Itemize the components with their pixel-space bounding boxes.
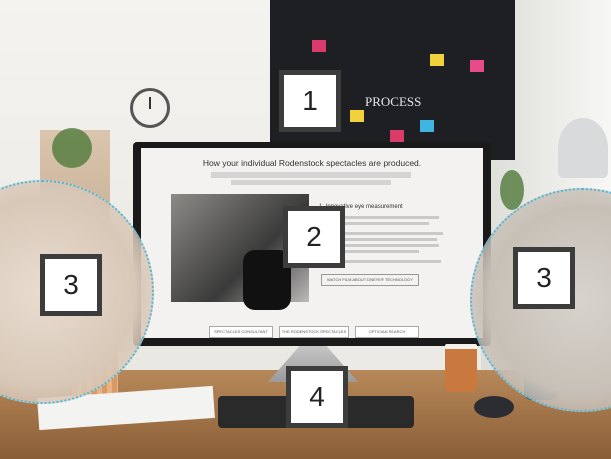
cactus [500, 170, 524, 210]
label-3-left: 3 [40, 254, 102, 316]
label-1: 1 [279, 70, 341, 132]
desk-lamp [558, 118, 608, 178]
label-4: 4 [286, 366, 348, 428]
mouse [474, 396, 514, 418]
process-word: PROCESS [365, 94, 422, 109]
coffee-cup [445, 344, 477, 392]
nav-optician-search: OPTICIAN SEARCH [355, 326, 419, 338]
nav-rodenstock-spectacles: THE RODENSTOCK SPECTACLES [279, 326, 349, 338]
sticky-note [430, 54, 444, 66]
sticky-note [350, 110, 364, 122]
sticky-note [312, 40, 326, 52]
sticky-note [390, 130, 404, 142]
wall-clock [130, 88, 170, 128]
label-2: 2 [283, 206, 345, 268]
screen-subtitle-line [231, 180, 391, 185]
office-scene: PROCESS How your individual Rodenstock s… [0, 0, 611, 459]
plant [52, 128, 92, 168]
screen-heading: How your individual Rodenstock spectacle… [202, 158, 422, 168]
sticky-note [470, 60, 484, 72]
screen-nav: SPECTACLES CONSULTANT THE RODENSTOCK SPE… [209, 326, 419, 338]
label-3-right: 3 [513, 247, 575, 309]
screen-subtitle-line [211, 172, 411, 178]
watch-film-button: WATCH FILM ABOUT DNEYE® TECHNOLOGY [321, 274, 419, 286]
nav-spectacles-consultant: SPECTACLES CONSULTANT [209, 326, 273, 338]
sticky-note [420, 120, 434, 132]
